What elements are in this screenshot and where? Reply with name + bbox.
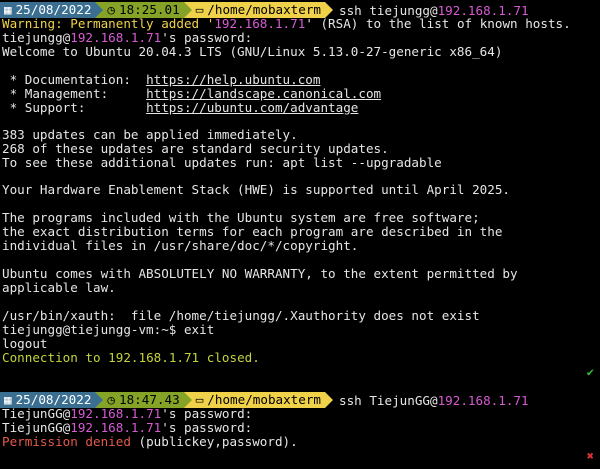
permission-denied-line: Permission denied (publickey,password).	[2, 435, 298, 449]
license-line-2: the exact distribution terms for each pr…	[2, 224, 503, 239]
terminal-window[interactable]: ▦ 25/08/2022 ◷ 18:25.01 ▭ /home/mobaxter…	[0, 0, 600, 469]
password-prompt-line: TiejunGG@192.168.1.71's password:	[2, 421, 252, 435]
command-prefix: ssh TiejunGG@	[339, 392, 438, 408]
warning-suffix: ' (RSA) to the list of known hosts.	[305, 16, 571, 31]
password-ip: 192.168.1.71	[70, 406, 162, 421]
password-ip: 192.168.1.71	[70, 30, 162, 45]
support-line: * Support: https://ubuntu.com/advantage	[2, 100, 359, 115]
updates-line-2: 268 of these updates are standard securi…	[2, 141, 389, 156]
documentation-label: * Documentation:	[2, 72, 147, 87]
license-line-1: The programs included with the Ubuntu sy…	[2, 210, 480, 225]
hwe-line: Your Hardware Enablement Stack (HWE) is …	[2, 182, 510, 197]
management-link[interactable]: https://landscape.canonical.com	[146, 86, 381, 101]
check-icon: ✔	[586, 365, 594, 379]
updates-line-3: To see these additional updates run: apt…	[2, 155, 442, 170]
warning-text: Warning: Permanently added '	[2, 16, 215, 31]
closed-prefix: Connection to	[2, 350, 109, 365]
support-link[interactable]: https://ubuntu.com/advantage	[146, 100, 358, 115]
management-line: * Management: https://landscape.canonica…	[2, 86, 382, 101]
support-label: * Support:	[2, 100, 147, 115]
command-ip: 192.168.1.71	[437, 392, 529, 408]
warranty-line-1: Ubuntu comes with ABSOLUTELY NO WARRANTY…	[2, 266, 518, 281]
password-suffix: 's password:	[161, 420, 253, 435]
password-suffix: 's password:	[161, 406, 253, 421]
password-user: TiejunGG@	[2, 420, 71, 435]
password-suffix: 's password:	[161, 30, 253, 45]
xauth-line: /usr/bin/xauth: file /home/tiejungg/.Xau…	[2, 308, 480, 323]
closed-suffix: closed.	[199, 350, 260, 365]
denied-text: Permission denied	[2, 434, 131, 449]
documentation-line: * Documentation: https://help.ubuntu.com	[2, 72, 321, 87]
warranty-line-2: applicable law.	[2, 280, 116, 295]
welcome-line: Welcome to Ubuntu 20.04.3 LTS (GNU/Linux…	[2, 44, 503, 59]
segment-separator	[325, 392, 334, 408]
password-prompt-line: tiejungg@192.168.1.71's password:	[2, 31, 252, 45]
logout-line: logout	[2, 336, 48, 351]
warning-line: Warning: Permanently added '192.168.1.71…	[2, 17, 571, 31]
documentation-link[interactable]: https://help.ubuntu.com	[146, 72, 320, 87]
exit-command-line: tiejungg@tiejungg-vm:~$ exit	[2, 322, 215, 337]
password-ip: 192.168.1.71	[70, 420, 162, 435]
connection-closed-line: Connection to 192.168.1.71 closed.	[2, 351, 260, 365]
closed-ip: 192.168.1.71	[108, 350, 200, 365]
warning-ip: 192.168.1.71	[214, 16, 306, 31]
command-text: ssh TiejunGG@192.168.1.71	[333, 393, 529, 408]
cross-icon: ✖	[586, 449, 594, 463]
management-label: * Management:	[2, 86, 147, 101]
updates-line-1: 383 updates can be applied immediately.	[2, 127, 298, 142]
password-user: TiejunGG@	[2, 406, 71, 421]
password-prompt-line: TiejunGG@192.168.1.71's password:	[2, 407, 252, 421]
license-line-3: individual files in /usr/share/doc/*/cop…	[2, 238, 359, 253]
denied-suffix: (publickey,password).	[130, 434, 298, 449]
password-user: tiejungg@	[2, 30, 71, 45]
